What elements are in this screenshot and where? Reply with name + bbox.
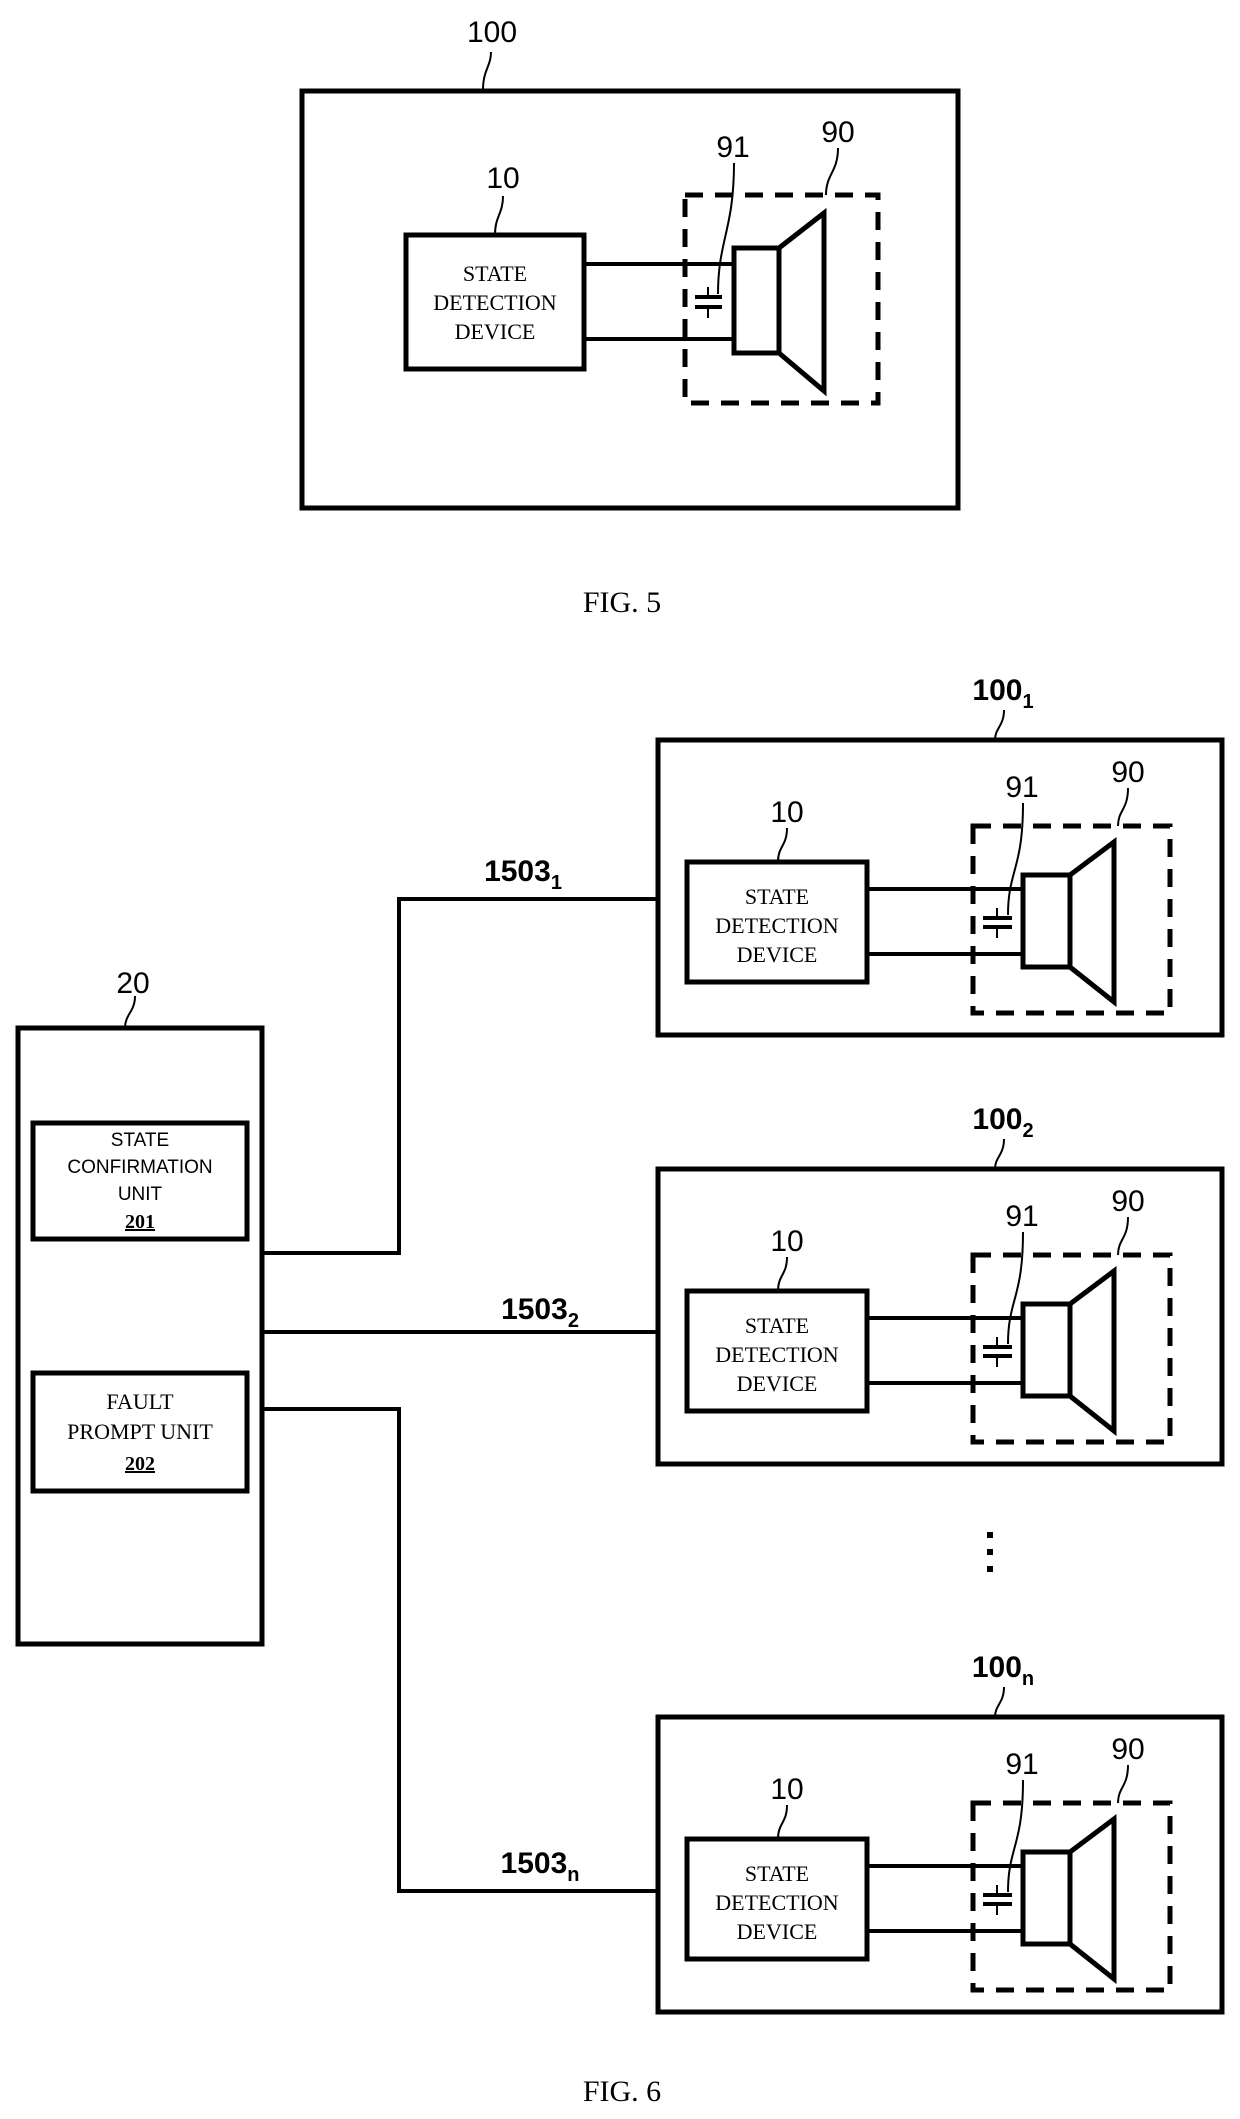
bus-label-1: 15031 <box>484 855 562 894</box>
system-ref-label: 100 <box>467 16 517 49</box>
system-leader-line <box>482 51 492 91</box>
speaker-leader-line <box>1117 1216 1129 1256</box>
bus-line-1 <box>262 897 658 1255</box>
device-label-line-3: DEVICE <box>737 942 818 967</box>
device-label-line-2: DETECTION <box>715 1342 839 1367</box>
device-ref-label: 10 <box>486 162 519 195</box>
state-confirmation-unit-label-3: UNIT <box>118 1184 163 1205</box>
device-label-line-1: STATE <box>463 261 527 286</box>
system-leader-line <box>994 709 1005 741</box>
speaker-system-units: 1001 10 STATE DETECTION DEVICE 90 91 1002 10 STAT… <box>655 674 1225 2015</box>
speaker-system-unit: 1002 10 STATE DETECTION DEVICE 90 91 <box>655 1103 1225 1467</box>
device-ref-label: 10 <box>770 796 803 829</box>
device-label-line-2: DETECTION <box>715 913 839 938</box>
speaker-system-unit: 1001 10 STATE DETECTION DEVICE 90 91 <box>655 674 1225 1038</box>
speaker-leader-line <box>1117 1764 1129 1804</box>
device-label-line-2: DETECTION <box>433 290 557 315</box>
bus-label-2: 15032 <box>501 1293 579 1332</box>
figure-5-caption: FIG. 5 <box>583 586 661 619</box>
state-confirmation-unit-label-1: STATE <box>111 1130 169 1151</box>
bus-label-n: 1503n <box>501 1847 580 1886</box>
speaker-leader-line <box>825 147 839 196</box>
speaker-icon <box>1020 1266 1117 1437</box>
speaker-icon <box>1020 1814 1117 1985</box>
device-ref-label: 10 <box>770 1225 803 1258</box>
device-leader-line <box>777 1804 788 1840</box>
state-confirmation-unit-label-2: CONFIRMATION <box>67 1157 212 1178</box>
device-label-line-2: DETECTION <box>715 1890 839 1915</box>
figure-5: 100 10 STATE DETECTION DEVICE 90 91 FIG.… <box>299 16 961 619</box>
system-ref-label: 1001 <box>972 674 1033 713</box>
device-leader-line <box>777 827 788 863</box>
fault-prompt-unit-ref: 202 <box>125 1453 155 1475</box>
vertical-ellipsis-icon <box>987 1532 993 1572</box>
system-ref-label: 1002 <box>972 1103 1033 1142</box>
speaker-ref-label: 90 <box>1111 1185 1144 1218</box>
device-leader-line <box>494 195 504 236</box>
controller-ref-label: 20 <box>116 967 149 1000</box>
device-label-line-1: STATE <box>745 1313 809 1338</box>
figure-6: 20 STATE CONFIRMATION UNIT 201 FAULT PRO… <box>15 674 1225 2108</box>
device-label-line-3: DEVICE <box>737 1919 818 1944</box>
capacitor-ref-label: 91 <box>716 131 749 164</box>
bus-line-n <box>262 1407 658 1893</box>
capacitor-ref-label: 91 <box>1005 1200 1038 1233</box>
capacitor-ref-label: 91 <box>1005 1748 1038 1781</box>
speaker-icon <box>731 207 827 397</box>
controller-leader-line <box>124 995 136 1029</box>
speaker-leader-line <box>1117 787 1129 827</box>
system-leader-line <box>994 1138 1005 1170</box>
state-confirmation-unit-ref: 201 <box>125 1211 155 1233</box>
capacitor-ref-label: 91 <box>1005 771 1038 804</box>
device-label-line-1: STATE <box>745 1861 809 1886</box>
controller-box <box>15 1025 265 1647</box>
figure-6-caption: FIG. 6 <box>583 2075 661 2108</box>
device-leader-line <box>777 1256 788 1292</box>
patent-drawing-sheet: 100 10 STATE DETECTION DEVICE 90 91 FIG.… <box>15 16 1225 2108</box>
system-leader-line <box>994 1686 1005 1718</box>
device-label-line-3: DEVICE <box>455 319 536 344</box>
speaker-ref-label: 90 <box>821 116 854 149</box>
speaker-ref-label: 90 <box>1111 1733 1144 1766</box>
speaker-ref-label: 90 <box>1111 756 1144 789</box>
device-label-line-1: STATE <box>745 884 809 909</box>
fault-prompt-unit-label-1: FAULT <box>106 1389 174 1414</box>
speaker-system-unit: 100n 10 STATE DETECTION DEVICE 90 91 <box>655 1651 1225 2015</box>
device-ref-label: 10 <box>770 1773 803 1806</box>
speaker-icon <box>1020 837 1117 1008</box>
speaker-system-box <box>299 88 961 511</box>
system-ref-label: 100n <box>972 1651 1034 1690</box>
device-label-line-3: DEVICE <box>737 1371 818 1396</box>
fault-prompt-unit-label-2: PROMPT UNIT <box>67 1419 213 1444</box>
